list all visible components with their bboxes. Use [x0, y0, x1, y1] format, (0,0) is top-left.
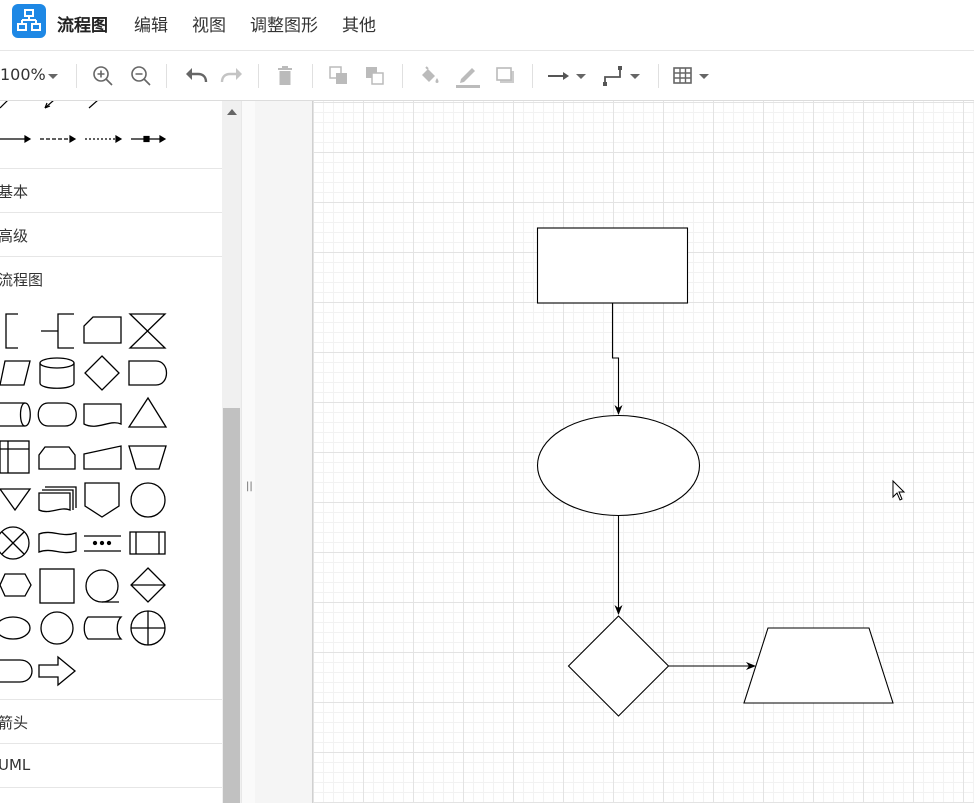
ellipse-shape[interactable] [536, 414, 701, 517]
connector-rect-to-ellipse[interactable] [611, 303, 623, 415]
decision-diamond[interactable] [567, 615, 670, 717]
process-rectangle[interactable] [536, 227, 689, 304]
mouse-cursor-icon [892, 479, 906, 501]
diagram-layer [536, 227, 906, 717]
trapezoid-shape[interactable] [743, 627, 894, 704]
